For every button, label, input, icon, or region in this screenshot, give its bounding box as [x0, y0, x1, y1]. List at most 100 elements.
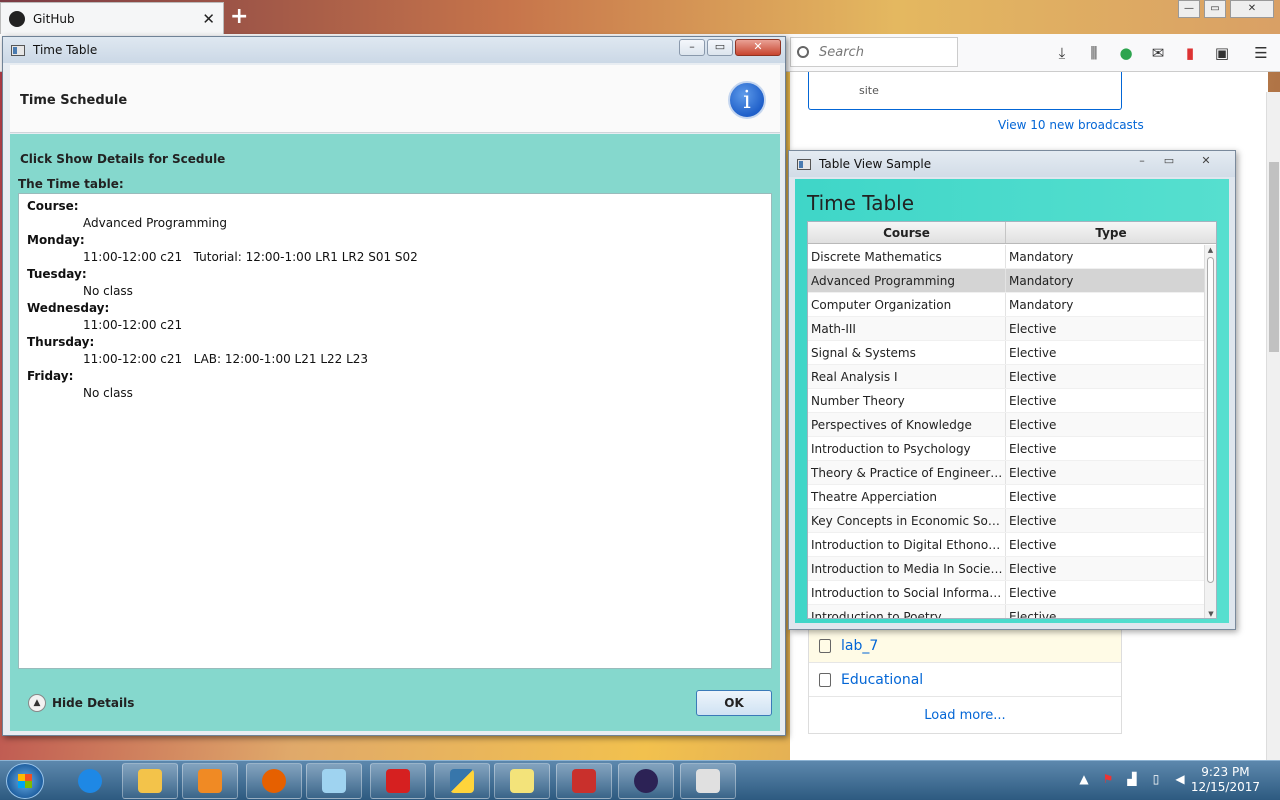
media-player-icon[interactable] — [182, 763, 238, 799]
course-cell: Perspectives of Knowledge — [808, 413, 1006, 436]
python-icon[interactable] — [434, 763, 490, 799]
dialog-titlebar[interactable]: Time Table – ▭ ✕ — [3, 37, 785, 63]
tray-flag-icon[interactable]: ⚑ — [1100, 771, 1116, 787]
eclipse-icon[interactable] — [618, 763, 674, 799]
tray-expand-icon[interactable]: ▲ — [1076, 771, 1092, 787]
clock[interactable]: 9:23 PM 12/15/2017 — [1191, 765, 1260, 795]
table-row[interactable]: Introduction to Poetry Elective — [808, 605, 1204, 618]
broadcasts-link[interactable]: View 10 new broadcasts — [998, 118, 1144, 132]
browser-maximize-button[interactable]: ▭ — [1204, 0, 1226, 18]
table-row[interactable]: Computer Organization Mandatory — [808, 293, 1204, 317]
scroll-up-icon[interactable]: ▲ — [1205, 245, 1216, 255]
page-scrollbar[interactable] — [1266, 92, 1280, 760]
table-row[interactable]: Theory & Practice of Engineering E...Ele… — [808, 461, 1204, 485]
table-row[interactable]: Key Concepts in Economic Sociolo... Elect… — [808, 509, 1204, 533]
bookmark-icon[interactable]: ▮ — [1181, 44, 1199, 62]
table-row[interactable]: Introduction to Digital Ethonograp... Ele… — [808, 533, 1204, 557]
repo-item[interactable]: Educational — [809, 663, 1121, 697]
remote-app-icon[interactable] — [556, 763, 612, 799]
file-explorer-icon[interactable] — [122, 763, 178, 799]
table-row[interactable]: Discrete Mathematics Mandatory — [808, 245, 1204, 269]
table-row[interactable]: Math-III Elective — [808, 317, 1204, 341]
load-more-link[interactable]: Load more... — [809, 697, 1121, 733]
type-cell: Mandatory — [1009, 250, 1074, 264]
table-scrollbar-thumb[interactable] — [1207, 257, 1214, 583]
library-icon[interactable]: ⫼ — [1085, 44, 1103, 62]
table-view-window: Table View Sample – ▭ ✕ Time Table Cours… — [788, 150, 1236, 630]
firefox-icon[interactable] — [246, 763, 302, 799]
schedule-value: No class — [83, 386, 133, 400]
scroll-down-icon[interactable]: ▼ — [1205, 609, 1216, 618]
internet-explorer-icon[interactable] — [62, 763, 118, 799]
dialog-maximize-button[interactable]: ▭ — [707, 39, 733, 56]
type-cell: Mandatory — [1009, 274, 1074, 288]
column-header-type[interactable]: Type — [1006, 222, 1216, 243]
course-cell: Introduction to Media In Society: ... — [808, 557, 1006, 580]
schedule-label: Wednesday: — [27, 301, 110, 315]
table-row[interactable]: Theatre Apperciation Elective — [808, 485, 1204, 509]
sunshine-app-icon[interactable] — [370, 763, 426, 799]
github-icon — [9, 10, 25, 27]
table-window-maximize-button[interactable]: ▭ — [1156, 153, 1182, 169]
schedule-textarea[interactable]: Course: Advanced Programming Monday: 11:… — [18, 193, 772, 669]
course-cell: Signal & Systems — [808, 341, 1006, 364]
repo-item[interactable]: lab_7 — [809, 629, 1121, 663]
download-icon[interactable]: ⤓ — [1053, 44, 1071, 62]
table-window-body: Time Table Course Type Discrete Mathemat… — [795, 179, 1229, 623]
search-input[interactable]: Search — [790, 37, 958, 67]
table-row[interactable]: Real Analysis I Elective — [808, 365, 1204, 389]
page-scrollbar-thumb[interactable] — [1269, 162, 1279, 352]
network-icon[interactable]: ▟ — [1124, 771, 1140, 787]
table-row[interactable]: Number Theory Elective — [808, 389, 1204, 413]
chevron-up-icon: ▲ — [28, 694, 46, 712]
schedule-value: 11:00-12:00 c21 LAB: 12:00-1:00 L21 L22 … — [83, 352, 369, 366]
time-table-label: The Time table: — [18, 177, 124, 191]
hide-details-toggle[interactable]: ▲ Hide Details — [28, 694, 134, 712]
browser-minimize-button[interactable]: — — [1178, 0, 1200, 18]
java-icon[interactable] — [680, 763, 736, 799]
table-window-close-button[interactable]: ✕ — [1193, 153, 1219, 169]
type-cell: Elective — [1009, 346, 1057, 360]
sidebar-icon[interactable]: ▣ — [1213, 44, 1231, 62]
course-cell: Computer Organization — [808, 293, 1006, 316]
browser-tab-github[interactable]: GitHub ✕ — [0, 2, 224, 34]
table-row[interactable]: Introduction to Media In Society: ... Ele… — [808, 557, 1204, 581]
type-cell: Elective — [1009, 466, 1057, 480]
table-row[interactable]: Introduction to Social Informatics(... El… — [808, 581, 1204, 605]
table-scrollbar[interactable]: ▲ ▼ — [1204, 245, 1216, 618]
schedule-label: Course: — [27, 199, 79, 213]
type-cell: Elective — [1009, 442, 1057, 456]
dialog-close-button[interactable]: ✕ — [735, 39, 781, 56]
table-header: Course Type — [808, 222, 1216, 244]
info-icon: i — [728, 81, 766, 119]
table-row[interactable]: Perspectives of Knowledge Elective — [808, 413, 1204, 437]
table-row[interactable]: Introduction to Psychology Elective — [808, 437, 1204, 461]
menu-icon[interactable]: ☰ — [1252, 44, 1270, 62]
header-title: Time Schedule — [20, 93, 128, 108]
tab-close-icon[interactable]: ✕ — [202, 10, 215, 28]
dialog-title: Time Table — [33, 43, 98, 57]
ok-button[interactable]: OK — [696, 690, 772, 716]
table-window-minimize-button[interactable]: – — [1129, 153, 1155, 169]
column-header-course[interactable]: Course — [808, 222, 1006, 243]
volume-icon[interactable]: ◀ — [1172, 771, 1188, 787]
table-row[interactable]: Advanced Programming Mandatory — [808, 269, 1204, 293]
type-cell: Elective — [1009, 538, 1057, 552]
grammarly-icon[interactable]: ● — [1117, 44, 1135, 62]
sticky-notes-icon[interactable] — [494, 763, 550, 799]
table-window-titlebar[interactable]: Table View Sample – ▭ ✕ — [789, 151, 1235, 177]
schedule-value: 11:00-12:00 c21 — [83, 318, 183, 332]
battery-icon[interactable]: ▯ — [1148, 771, 1164, 787]
news-card-text: site — [859, 84, 879, 97]
dialog-minimize-button[interactable]: – — [679, 39, 705, 56]
start-button[interactable] — [6, 763, 44, 799]
table-body: Discrete Mathematics Mandatory Advanced Pr… — [808, 245, 1204, 618]
tab-title: GitHub — [33, 11, 75, 26]
browser-close-button[interactable]: ✕ — [1230, 0, 1274, 18]
new-tab-button[interactable]: + — [230, 4, 248, 29]
mail-icon[interactable]: ✉ — [1149, 44, 1167, 62]
notepad-icon[interactable] — [306, 763, 362, 799]
type-cell: Elective — [1009, 562, 1057, 576]
dialog-message: Click Show Details for Scedule — [20, 152, 226, 166]
table-row[interactable]: Signal & Systems Elective — [808, 341, 1204, 365]
